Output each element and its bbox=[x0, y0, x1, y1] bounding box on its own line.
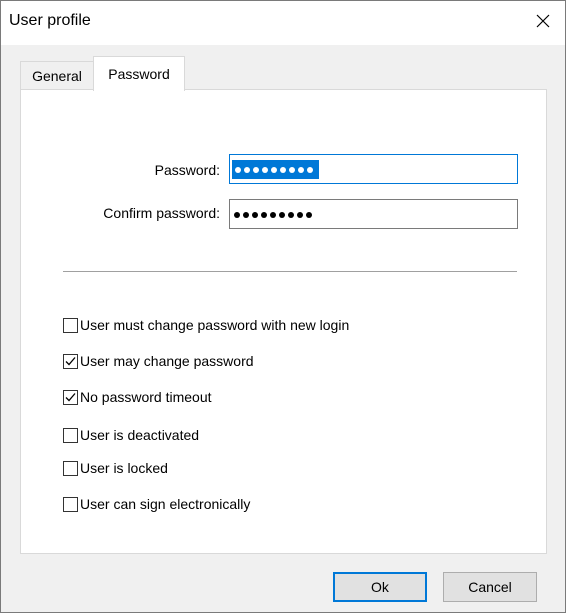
password-field[interactable] bbox=[229, 154, 518, 184]
password-masked-value bbox=[232, 160, 319, 179]
ok-button[interactable]: Ok bbox=[333, 572, 427, 602]
mask-dot bbox=[262, 166, 268, 173]
mask-dot bbox=[288, 211, 294, 218]
mask-dot bbox=[280, 166, 286, 173]
option-must-change-password[interactable]: User must change password with new login bbox=[63, 315, 349, 335]
tab-password[interactable]: Password bbox=[93, 56, 185, 91]
mask-dot bbox=[298, 166, 304, 173]
checkbox[interactable] bbox=[63, 496, 78, 512]
mask-dot bbox=[297, 211, 303, 218]
option-label: User can sign electronically bbox=[80, 496, 251, 512]
mask-dot bbox=[252, 211, 258, 218]
checkbox[interactable] bbox=[63, 460, 78, 476]
close-icon[interactable] bbox=[529, 7, 557, 35]
mask-dot bbox=[234, 211, 240, 218]
option-label: No password timeout bbox=[80, 389, 212, 405]
mask-dot bbox=[253, 166, 259, 173]
title-bar: User profile bbox=[1, 1, 565, 45]
tab-general[interactable]: General bbox=[20, 61, 94, 89]
checkmark-icon bbox=[65, 392, 76, 401]
cancel-button[interactable]: Cancel bbox=[443, 572, 537, 602]
option-user-deactivated[interactable]: User is deactivated bbox=[63, 425, 199, 445]
option-no-password-timeout[interactable]: No password timeout bbox=[63, 387, 212, 407]
option-sign-electronically[interactable]: User can sign electronically bbox=[63, 494, 250, 514]
window-title: User profile bbox=[9, 12, 91, 29]
password-label: Password: bbox=[154, 162, 220, 178]
mask-dot bbox=[270, 211, 276, 218]
ok-button-label: Ok bbox=[371, 579, 389, 595]
mask-dot bbox=[261, 211, 267, 218]
mask-dot bbox=[271, 166, 277, 173]
checkbox[interactable] bbox=[63, 427, 78, 443]
mask-dot bbox=[306, 211, 312, 218]
confirm-password-masked-value bbox=[234, 205, 315, 224]
confirm-password-label: Confirm password: bbox=[103, 205, 220, 221]
tab-password-label: Password bbox=[108, 66, 170, 82]
option-user-locked[interactable]: User is locked bbox=[63, 458, 168, 478]
option-label: User must change password with new login bbox=[80, 317, 350, 333]
tab-general-label: General bbox=[32, 67, 82, 84]
checkbox[interactable] bbox=[63, 353, 78, 369]
cancel-button-label: Cancel bbox=[468, 579, 512, 595]
mask-dot bbox=[289, 166, 295, 173]
mask-dot bbox=[235, 166, 241, 173]
checkbox[interactable] bbox=[63, 389, 78, 405]
checkmark-icon bbox=[65, 356, 76, 365]
separator bbox=[63, 271, 517, 272]
confirm-password-field[interactable] bbox=[229, 199, 518, 229]
option-label: User may change password bbox=[80, 353, 254, 369]
mask-dot bbox=[244, 166, 250, 173]
checkbox[interactable] bbox=[63, 317, 78, 333]
mask-dot bbox=[307, 166, 313, 173]
password-tab-panel: Password: Confirm password: User must ch… bbox=[20, 89, 547, 554]
mask-dot bbox=[243, 211, 249, 218]
option-label: User is deactivated bbox=[80, 427, 200, 443]
option-may-change-password[interactable]: User may change password bbox=[63, 351, 254, 371]
mask-dot bbox=[279, 211, 285, 218]
option-label: User is locked bbox=[80, 460, 168, 476]
user-profile-dialog: User profile General Password Password: … bbox=[0, 0, 566, 613]
